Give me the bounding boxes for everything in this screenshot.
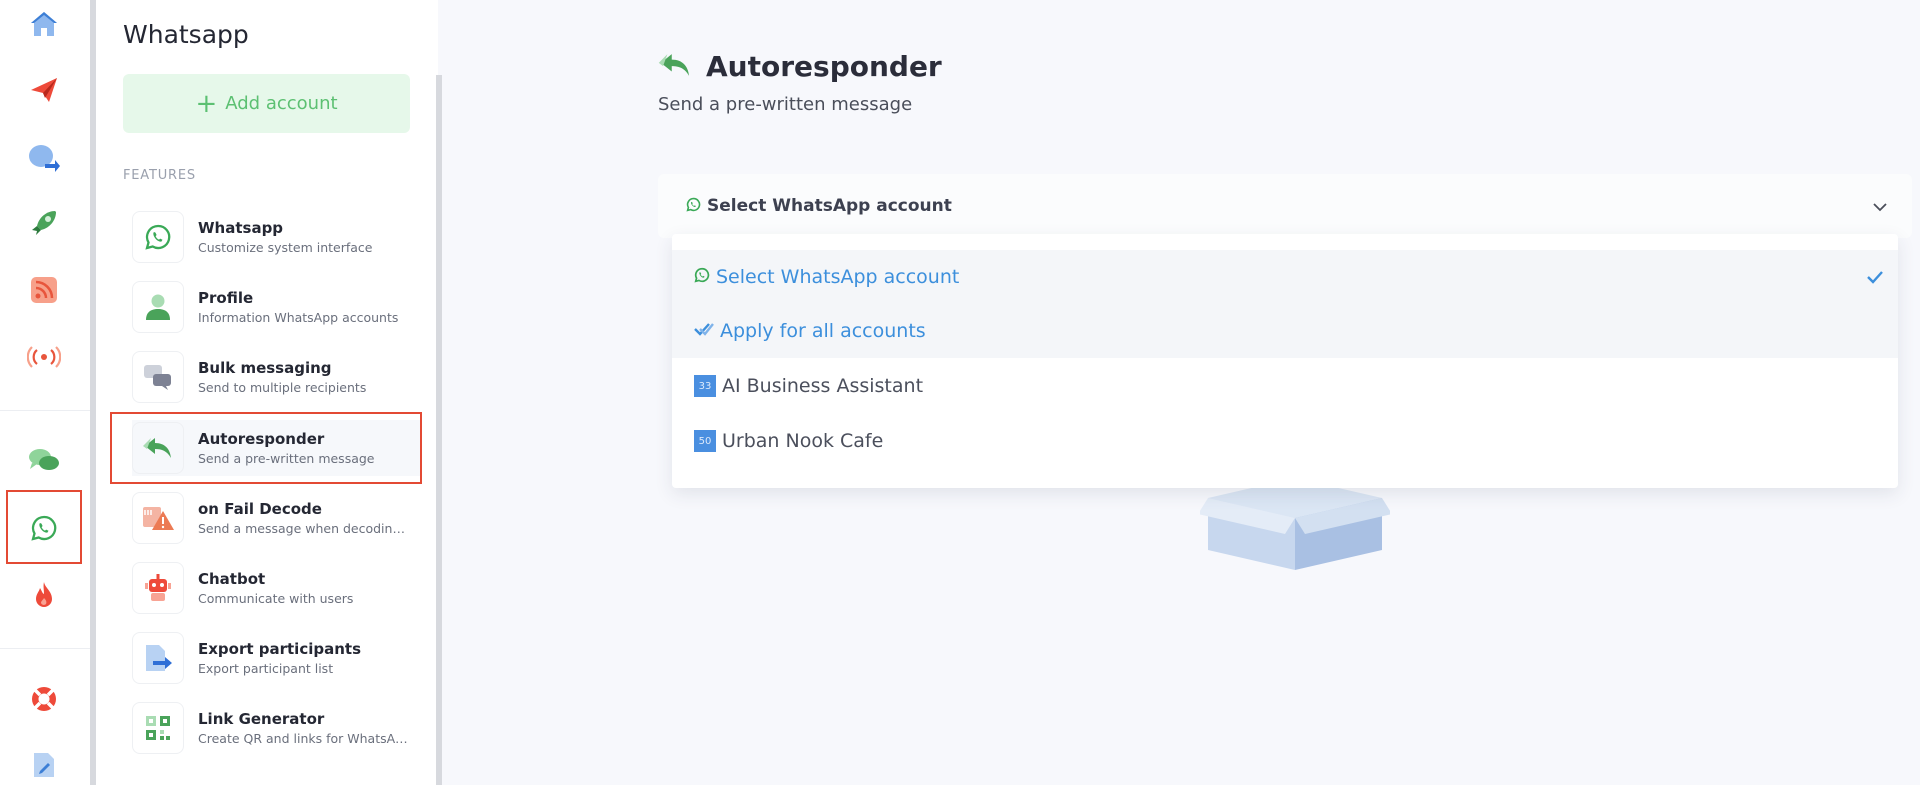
chat-icon[interactable] — [22, 438, 66, 482]
option-label: AI Business Assistant — [722, 375, 924, 397]
page-title: Autoresponder — [706, 50, 942, 83]
feature-item-profile[interactable]: Profile Information WhatsApp accounts — [132, 276, 412, 338]
page-header: Autoresponder — [658, 50, 942, 83]
feature-name: Whatsapp — [198, 219, 284, 237]
add-account-button[interactable]: + Add account — [123, 74, 410, 133]
rocket-icon[interactable] — [22, 201, 66, 245]
whatsapp-icon — [694, 266, 710, 288]
feature-item-whatsapp[interactable]: Whatsapp Customize system interface — [132, 206, 412, 268]
feature-desc: Communicate with users — [198, 591, 354, 606]
whatsapp-account-select[interactable]: Select WhatsApp account — [658, 174, 1912, 238]
account-dropdown-menu: Select WhatsApp account Apply for all ac… — [672, 234, 1898, 488]
option-label: Urban Nook Cafe — [722, 430, 884, 452]
feature-name: on Fail Decode — [198, 500, 322, 518]
feature-name: Bulk messaging — [198, 359, 332, 377]
reply-icon — [658, 52, 692, 82]
option-label: Apply for all accounts — [720, 320, 926, 342]
option-label: Select WhatsApp account — [716, 266, 960, 288]
account-avatar: 33 — [694, 375, 716, 397]
whatsapp-icon — [132, 211, 184, 263]
feature-desc: Customize system interface — [198, 240, 373, 255]
fire-icon[interactable] — [22, 573, 66, 617]
feature-item-export-participants[interactable]: Export participants Export participant l… — [132, 627, 412, 689]
feature-desc: Export participant list — [198, 661, 334, 676]
robot-icon — [132, 562, 184, 614]
feature-desc: Create QR and links for WhatsApp — [198, 731, 408, 746]
rail-active-highlight — [6, 490, 82, 564]
rail-divider — [0, 648, 90, 649]
icon-rail — [0, 0, 90, 785]
feature-item-bulk-messaging[interactable]: Bulk messaging Send to multiple recipien… — [132, 346, 412, 408]
document-edit-icon[interactable] — [22, 743, 66, 785]
chevron-down-icon[interactable] — [1872, 198, 1888, 217]
double-check-icon — [694, 320, 714, 342]
broadcast-icon[interactable] — [22, 335, 66, 379]
checkmark-icon — [1866, 268, 1884, 290]
panel-scrollbar[interactable] — [436, 75, 442, 785]
feature-name: Autoresponder — [198, 430, 325, 448]
panel-title: Whatsapp — [123, 20, 249, 49]
feature-name: Chatbot — [198, 570, 266, 588]
qr-code-icon — [132, 702, 184, 754]
messages-icon — [132, 351, 184, 403]
features-panel: Whatsapp + Add account FEATURES Whatsapp… — [96, 0, 438, 785]
export-file-icon — [132, 632, 184, 684]
reply-icon — [132, 422, 184, 474]
rss-icon[interactable] — [22, 268, 66, 312]
feature-name: Link Generator — [198, 710, 325, 728]
warning-icon — [132, 492, 184, 544]
feature-desc: Send a message when decoding fails — [198, 521, 408, 536]
account-avatar: 50 — [694, 430, 716, 452]
feature-name: Export participants — [198, 640, 361, 658]
add-account-label: Add account — [225, 93, 338, 114]
send-icon[interactable] — [22, 68, 66, 112]
feature-desc: Information WhatsApp accounts — [198, 310, 399, 325]
page-subtitle: Send a pre-written message — [658, 94, 913, 115]
support-icon[interactable] — [22, 677, 66, 721]
option-ai-business-assistant[interactable]: 33 AI Business Assistant — [672, 359, 1898, 413]
feature-desc: Send a pre-written message — [198, 451, 375, 466]
rail-divider — [0, 410, 90, 411]
home-icon[interactable] — [22, 2, 66, 46]
option-apply-all-accounts[interactable]: Apply for all accounts — [672, 304, 1898, 358]
feature-item-link-generator[interactable]: Link Generator Create QR and links for W… — [132, 697, 412, 759]
section-label: FEATURES — [123, 168, 196, 183]
feature-desc: Send to multiple recipients — [198, 380, 367, 395]
plus-icon: + — [195, 88, 218, 119]
feature-item-chatbot[interactable]: Chatbot Communicate with users — [132, 557, 412, 619]
whatsapp-icon — [686, 197, 701, 216]
brain-share-icon[interactable] — [22, 135, 66, 179]
option-urban-nook-cafe[interactable]: 50 Urban Nook Cafe — [672, 414, 1898, 468]
feature-item-autoresponder[interactable]: Autoresponder Send a pre-written message — [132, 417, 412, 479]
feature-name: Profile — [198, 289, 254, 307]
option-select-whatsapp-account[interactable]: Select WhatsApp account — [672, 250, 1898, 304]
user-icon — [132, 281, 184, 333]
feature-item-on-fail-decode[interactable]: on Fail Decode Send a message when decod… — [132, 487, 412, 549]
select-value: Select WhatsApp account — [707, 196, 952, 216]
